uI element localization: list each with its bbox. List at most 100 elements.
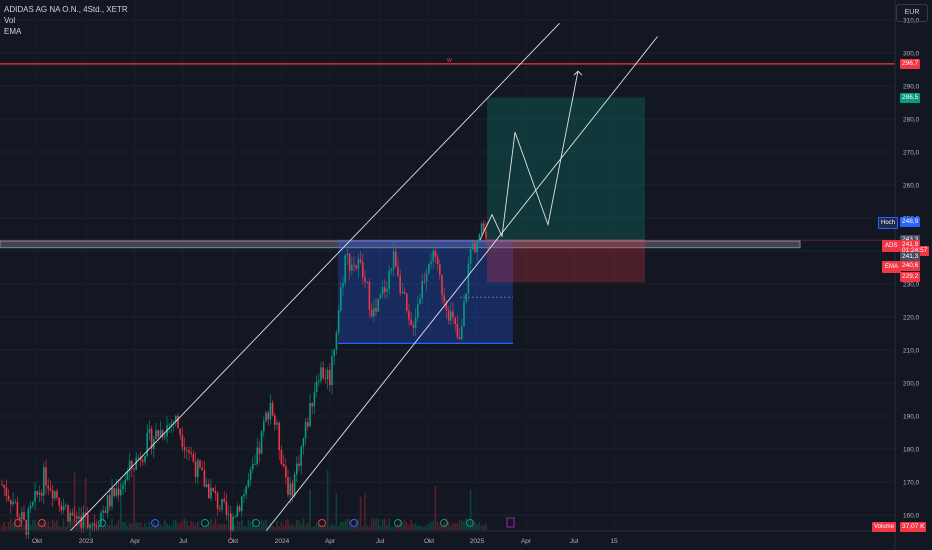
volume-bar — [276, 521, 278, 530]
volume-bar — [348, 519, 351, 530]
candle-body — [485, 231, 487, 239]
candle-body — [51, 490, 54, 499]
candle-body — [157, 430, 159, 437]
volume-value: 37,07 K — [900, 522, 927, 532]
candle-body — [423, 280, 426, 282]
volume-bar — [359, 496, 362, 530]
currency-button[interactable]: EUR — [896, 4, 928, 22]
candle-body — [80, 516, 82, 528]
candle-body — [254, 464, 256, 465]
volume-bar — [263, 520, 265, 530]
candle-body — [276, 422, 278, 425]
candle-body — [89, 524, 91, 528]
volume-bar — [249, 521, 252, 530]
volume-bar — [480, 525, 483, 530]
candle-body — [447, 310, 450, 321]
volume-bar — [298, 519, 300, 530]
candle-body — [197, 460, 199, 477]
candle-body — [208, 484, 210, 499]
volume-bar — [342, 521, 344, 530]
volume-bar — [104, 525, 107, 530]
candle-body — [291, 483, 294, 497]
volume-bar — [32, 520, 34, 530]
volume-bar — [285, 519, 287, 530]
range-box — [338, 240, 513, 344]
volume-bar — [161, 525, 164, 530]
candle-body — [245, 486, 247, 495]
volume-bar — [377, 518, 379, 530]
candle-body — [373, 307, 375, 317]
candle-body — [227, 513, 230, 515]
candle-body — [309, 402, 311, 427]
volume-bar — [1, 524, 3, 530]
y-tick-label: 290,0 — [903, 84, 920, 91]
candle-body — [109, 495, 111, 507]
volume-bar — [469, 489, 472, 530]
candle-body — [58, 497, 60, 506]
volume-bar — [300, 524, 302, 530]
volume-bar — [474, 521, 476, 530]
candle-body — [318, 380, 320, 382]
candle-body — [289, 483, 291, 495]
candle-body — [311, 402, 313, 407]
candle-body — [313, 391, 316, 407]
candle-body — [320, 367, 322, 381]
volume-bar — [478, 521, 481, 530]
volume-bar — [364, 493, 366, 530]
volume-bar — [410, 520, 412, 530]
volume-bar — [100, 526, 102, 530]
volume-bar — [5, 526, 8, 530]
candle-body — [263, 421, 265, 432]
candle-body — [417, 304, 419, 318]
volume-bar — [126, 525, 129, 530]
volume-bar — [159, 523, 162, 530]
candle-body — [280, 450, 283, 465]
indicator-ema[interactable]: EMA — [4, 26, 128, 37]
volume-bar — [403, 519, 406, 530]
volume-bar — [23, 524, 25, 530]
volume-bar — [192, 522, 195, 530]
x-tick-label: Apr — [521, 538, 532, 545]
candle-body — [117, 488, 120, 496]
volume-bar — [406, 522, 408, 530]
volume-bar — [84, 478, 87, 530]
volume-bar — [234, 525, 236, 530]
candle-body — [425, 273, 428, 282]
volume-bar — [135, 522, 137, 530]
candle-body — [344, 255, 346, 283]
candle-body — [168, 424, 170, 426]
volume-bar — [133, 474, 135, 530]
candle-body — [192, 453, 195, 462]
candle-body — [49, 488, 52, 491]
candle-body — [326, 369, 329, 380]
volume-bar — [7, 521, 10, 530]
price-tag: ADS — [882, 239, 901, 252]
candle-body — [146, 432, 148, 457]
volume-bar — [124, 522, 126, 530]
volume-bar — [10, 518, 12, 530]
volume-bar — [12, 523, 14, 530]
volume-bar — [179, 523, 181, 530]
candle-body — [38, 492, 41, 495]
volume-bar — [373, 519, 375, 530]
candle-body — [183, 447, 186, 451]
candle-body — [210, 487, 212, 499]
candle-body — [219, 508, 221, 510]
volume-bar — [461, 520, 463, 530]
volume-bar — [203, 526, 206, 530]
indicator-vol[interactable]: Vol — [4, 15, 128, 26]
candle-body — [29, 505, 32, 509]
symbol-title[interactable]: ADIDAS AG NA O.N., 4Std., XETR — [4, 4, 128, 15]
candle-body — [95, 525, 98, 527]
volume-bar — [304, 524, 307, 530]
candle-body — [388, 270, 390, 289]
x-tick-label: 2025 — [470, 538, 485, 545]
price-chart[interactable]: W 310,0300,0290,0280,0270,0260,0250,0240… — [0, 0, 932, 550]
volume-bar — [117, 519, 120, 530]
candle-body — [406, 293, 408, 311]
candle-body — [377, 298, 379, 312]
candle-body — [410, 319, 412, 325]
candle-body — [304, 422, 307, 439]
candle-body — [230, 513, 232, 531]
candle-body — [381, 287, 384, 295]
